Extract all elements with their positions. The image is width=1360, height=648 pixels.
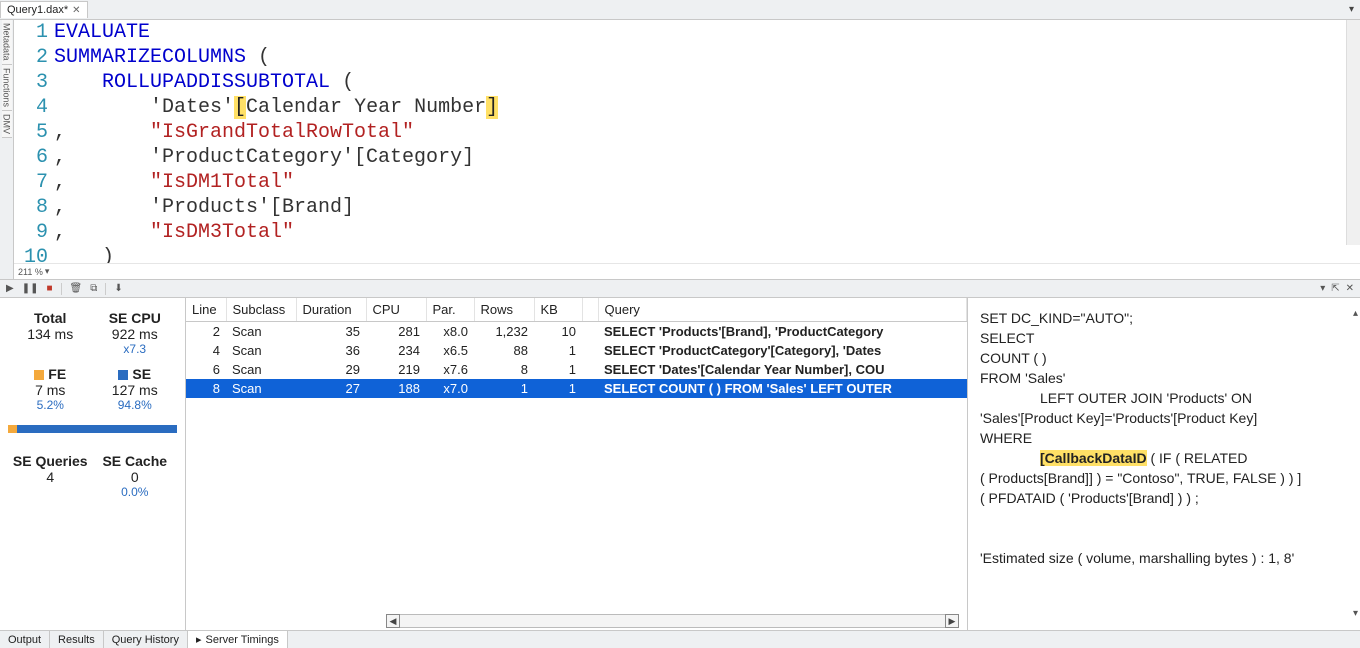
se-swatch-icon (118, 370, 128, 380)
cache-pct: 0.0% (93, 485, 178, 499)
secpu-value: 922 ms (93, 326, 178, 342)
table-row[interactable]: 4Scan36234x6.5881SELECT 'ProductCategory… (186, 341, 967, 360)
sql-line: SET DC_KIND="AUTO"; (980, 308, 1348, 328)
pause-icon[interactable]: ❚❚ (22, 283, 39, 294)
timings-table[interactable]: LineSubclassDurationCPUPar.RowsKBQuery 2… (186, 298, 967, 398)
active-tab-caret-icon: ▸ (196, 633, 202, 646)
bottom-pane: Total 134 ms SE CPU 922 ms x7.3 FE 7 ms … (0, 298, 1360, 630)
sql-line: COUNT ( ) (980, 348, 1348, 368)
xmla-body[interactable]: SET DC_KIND="AUTO"; SELECT COUNT ( ) FRO… (980, 308, 1348, 568)
se-value: 127 ms (93, 382, 178, 398)
document-tab[interactable]: Query1.dax* ✕ (0, 1, 88, 18)
zoom-bar: 211 % ▾ (14, 263, 1360, 279)
callbackdataid-highlight: [CallbackDataID (1040, 450, 1147, 466)
total-head: Total (8, 310, 93, 326)
trash-icon[interactable]: 🗑 (70, 283, 83, 294)
se-head: SE (93, 366, 178, 382)
fe-head: FE (8, 366, 93, 382)
sql-line: 'Estimated size ( volume, marshalling by… (980, 548, 1348, 568)
options-dropdown-icon[interactable]: ▾ (1320, 283, 1325, 294)
document-tab-title: Query1.dax* (7, 4, 68, 16)
hscroll-left-icon[interactable]: ◀ (386, 614, 400, 628)
status-tab-server-timings[interactable]: ▸Server Timings (188, 631, 288, 648)
table-header-row: LineSubclassDurationCPUPar.RowsKBQuery (186, 298, 967, 322)
seq-head: SE Queries (8, 453, 93, 469)
code-body[interactable]: 12345678910 EVALUATESUMMARIZECOLUMNS ( R… (14, 20, 1360, 263)
fe-bar-segment (8, 425, 17, 433)
status-tab-results[interactable]: Results (50, 631, 104, 648)
side-tab-metadata[interactable]: Metadata (2, 20, 12, 65)
stop-icon[interactable]: ■ (46, 283, 52, 294)
fe-value: 7 ms (8, 382, 93, 398)
status-tab-query-history[interactable]: Query History (104, 631, 188, 648)
table-row[interactable]: 2Scan35281x8.01,23210SELECT 'Products'[B… (186, 322, 967, 342)
total-value: 134 ms (8, 326, 93, 342)
separator (105, 283, 106, 295)
table-row[interactable]: 8Scan27188x7.011SELECT COUNT ( ) FROM 'S… (186, 379, 967, 398)
panel-close-icon[interactable]: ✕ (1346, 283, 1354, 294)
sql-scroll-down-icon[interactable]: ▾ (1353, 604, 1358, 624)
table-row[interactable]: 6Scan29219x7.681SELECT 'Dates'[Calendar … (186, 360, 967, 379)
sql-line: ( PFDATAID ( 'Products'[Brand] ) ) ; (980, 488, 1348, 508)
editor-row: Metadata Functions DMV 12345678910 EVALU… (0, 20, 1360, 280)
se-bar-segment (17, 425, 177, 433)
pin-icon[interactable]: ⇱ (1331, 283, 1339, 294)
se-pct: 94.8% (93, 398, 178, 412)
sql-line: SELECT (980, 328, 1348, 348)
close-icon[interactable]: ✕ (72, 5, 80, 16)
sql-line: [CallbackDataID ( IF ( RELATED (980, 448, 1348, 468)
sql-scroll-up-icon[interactable]: ▴ (1353, 304, 1358, 324)
xmla-query-panel: ▴ SET DC_KIND="AUTO"; SELECT COUNT ( ) F… (968, 298, 1360, 630)
editor-vscrollbar[interactable] (1346, 20, 1360, 245)
side-tab-dmv[interactable]: DMV (2, 111, 12, 138)
separator (61, 283, 62, 295)
sql-line: WHERE (980, 428, 1348, 448)
line-gutter: 12345678910 (14, 20, 54, 263)
tab-overflow-dropdown-icon[interactable]: ▾ (1343, 4, 1360, 15)
timings-table-wrap: LineSubclassDurationCPUPar.RowsKBQuery 2… (186, 298, 968, 630)
timing-stats: Total 134 ms SE CPU 922 ms x7.3 FE 7 ms … (0, 298, 186, 630)
table-hscroll[interactable]: ◀ ▶ (186, 614, 967, 630)
sql-line: 'Sales'[Product Key]='Products'[Product … (980, 408, 1348, 428)
cache-value: 0 (93, 469, 178, 485)
status-bar: Output Results Query History ▸Server Tim… (0, 630, 1360, 648)
secpu-head: SE CPU (93, 310, 178, 326)
left-side-tabs: Metadata Functions DMV (0, 20, 14, 279)
spacer (980, 508, 1348, 548)
sql-line: FROM 'Sales' (980, 368, 1348, 388)
table-body: 2Scan35281x8.01,23210SELECT 'Products'[B… (186, 322, 967, 399)
cache-head: SE Cache (93, 453, 178, 469)
sql-line: LEFT OUTER JOIN 'Products' ON (980, 388, 1348, 408)
fe-swatch-icon (34, 370, 44, 380)
zoom-dropdown-icon[interactable]: ▾ (45, 266, 50, 277)
side-tab-functions[interactable]: Functions (2, 65, 12, 111)
hscroll-right-icon[interactable]: ▶ (945, 614, 959, 628)
status-tab-output[interactable]: Output (0, 631, 50, 648)
code-editor[interactable]: 12345678910 EVALUATESUMMARIZECOLUMNS ( R… (14, 20, 1360, 279)
hscroll-track[interactable] (400, 614, 945, 628)
sql-line: ( Products[Brand]] ) = "Contoso", TRUE, … (980, 468, 1348, 488)
play-icon[interactable]: ▶ (6, 283, 14, 294)
fe-se-bar (8, 425, 177, 433)
code-lines[interactable]: EVALUATESUMMARIZECOLUMNS ( ROLLUPADDISSU… (54, 20, 1360, 263)
results-toolbar: ▶ ❚❚ ■ 🗑 ⧉ ⬇ ▾ ⇱ ✕ (0, 280, 1360, 298)
zoom-label: 211 % (18, 267, 43, 277)
document-tab-bar: Query1.dax* ✕ ▾ (0, 0, 1360, 20)
download-icon[interactable]: ⬇ (114, 283, 122, 294)
secpu-sub: x7.3 (93, 342, 178, 356)
fe-pct: 5.2% (8, 398, 93, 412)
seq-value: 4 (8, 469, 93, 485)
copy-icon[interactable]: ⧉ (90, 283, 97, 294)
